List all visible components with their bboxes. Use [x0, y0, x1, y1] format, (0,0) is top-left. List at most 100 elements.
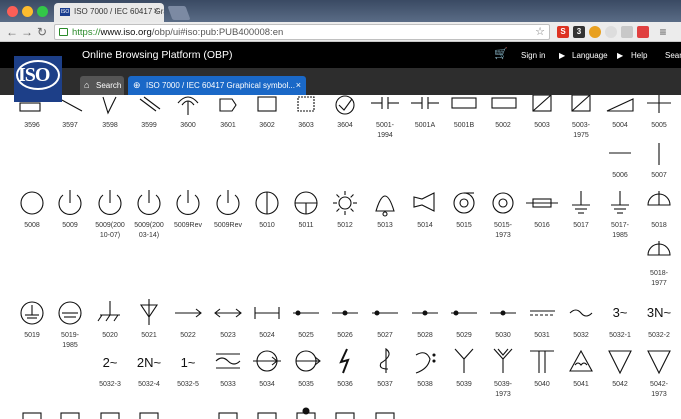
symbol-code[interactable]: 5035: [287, 380, 325, 390]
minimize-window-button[interactable]: [22, 6, 33, 17]
sign-in-link[interactable]: Sign in: [521, 51, 545, 60]
zoom-window-button[interactable]: [37, 6, 48, 17]
symbol-code[interactable]: 5011: [287, 221, 325, 231]
tab-close-icon[interactable]: ×: [153, 6, 159, 17]
symbol-code[interactable]: 5036: [326, 380, 364, 390]
new-tab-button[interactable]: [167, 6, 191, 20]
extension-red-icon[interactable]: [637, 26, 649, 38]
symbol-code[interactable]: 3601: [209, 121, 247, 131]
symbol-code[interactable]: 5010: [248, 221, 286, 231]
symbol-code[interactable]: 5001- 1994: [366, 121, 404, 141]
close-window-button[interactable]: [7, 6, 18, 17]
symbol-code[interactable]: 5028: [406, 331, 444, 341]
symbol-code[interactable]: 3604: [326, 121, 364, 131]
symbol-code[interactable]: 5042- 1973: [640, 380, 678, 400]
back-arrow-icon[interactable]: ←: [6, 24, 18, 40]
symbol-code[interactable]: 5034: [248, 380, 286, 390]
symbol-code[interactable]: 5015- 1973: [484, 221, 522, 241]
url-field[interactable]: https://www.iso.org/obp/ui#iso:pub:PUB40…: [54, 24, 550, 40]
tab-search[interactable]: ⌂ Search: [80, 76, 124, 95]
symbol-code[interactable]: 5018- 1977: [640, 269, 678, 289]
symbol-code[interactable]: 5007: [640, 171, 678, 181]
symbol-code[interactable]: 5040: [523, 380, 561, 390]
symbol-code[interactable]: 5019: [13, 331, 51, 341]
symbol-code[interactable]: 5014: [406, 221, 444, 231]
symbol-code[interactable]: 3603: [287, 121, 325, 131]
symbol-code[interactable]: 5009(200 03-14): [130, 221, 168, 241]
symbol-code[interactable]: 5026: [326, 331, 364, 341]
symbol-code[interactable]: 5038: [406, 380, 444, 390]
extension-circle-icon[interactable]: [605, 26, 617, 38]
symbol-code[interactable]: 3598: [91, 121, 129, 131]
extension-gray-icon[interactable]: [621, 26, 633, 38]
menu-icon[interactable]: ≡: [657, 26, 669, 38]
symbol-code[interactable]: 5042: [601, 380, 639, 390]
symbol-code[interactable]: 5032-5: [169, 380, 207, 390]
tab-close-icon[interactable]: ×: [296, 80, 301, 90]
symbol-code[interactable]: 5022: [169, 331, 207, 341]
symbol-code[interactable]: 3597: [51, 121, 89, 131]
symbol-drawing: [105, 314, 111, 322]
symbol-code[interactable]: 5039: [445, 380, 483, 390]
bookmark-star-icon[interactable]: ☆: [535, 25, 545, 38]
reload-icon[interactable]: ↻: [37, 24, 47, 40]
search-link[interactable]: Sear: [665, 51, 681, 60]
symbol-code[interactable]: 5017: [562, 221, 600, 231]
symbol-code[interactable]: 3596: [13, 121, 51, 131]
help-link[interactable]: Help: [631, 51, 647, 60]
symbol-code[interactable]: 5012: [326, 221, 364, 231]
symbol-code[interactable]: 5016: [523, 221, 561, 231]
symbol-code[interactable]: 5041: [562, 380, 600, 390]
symbol-drawing: [493, 348, 513, 360]
extension-cookie-icon[interactable]: [589, 26, 601, 38]
iso-logo[interactable]: ISO: [14, 56, 62, 102]
symbol-code[interactable]: 5039- 1973: [484, 380, 522, 400]
symbol-code[interactable]: 3602: [248, 121, 286, 131]
symbol-code[interactable]: 5001B: [445, 121, 483, 131]
symbol-code[interactable]: 5032-1: [601, 331, 639, 341]
browser-tab[interactable]: ISO ISO 7000 / IEC 60417 Gra ×: [54, 3, 164, 22]
symbol-code[interactable]: 5023: [209, 331, 247, 341]
extension-badge-icon[interactable]: 3: [573, 26, 585, 38]
symbol-code[interactable]: 5009Rev: [169, 221, 207, 231]
symbol-code[interactable]: 5030: [484, 331, 522, 341]
symbol-code[interactable]: 5032: [562, 331, 600, 341]
cart-icon[interactable]: 🛒: [494, 47, 508, 60]
symbol-code[interactable]: 5015: [445, 221, 483, 231]
symbol-code[interactable]: 5032-3: [91, 380, 129, 390]
symbol-code[interactable]: 5009Rev: [209, 221, 247, 231]
symbol-code[interactable]: 5009(200 10-07): [91, 221, 129, 241]
symbol-code[interactable]: 5025: [287, 331, 325, 341]
language-link[interactable]: Language: [572, 51, 608, 60]
extension-s-icon[interactable]: S: [557, 26, 569, 38]
symbol-code[interactable]: 5024: [248, 331, 286, 341]
tab-document[interactable]: ⊕ ISO 7000 / IEC 60417 Graphical symbol.…: [128, 76, 306, 95]
symbol-code[interactable]: 5002: [484, 121, 522, 131]
symbol-code[interactable]: 5003: [523, 121, 561, 131]
symbol-code[interactable]: 5009: [51, 221, 89, 231]
symbol-code[interactable]: 5001A: [406, 121, 444, 131]
symbol-code[interactable]: 5003- 1975: [562, 121, 600, 141]
symbol-code[interactable]: 5019- 1985: [51, 331, 89, 351]
symbol-code[interactable]: 5020: [91, 331, 129, 341]
symbol-code[interactable]: 5033: [209, 380, 247, 390]
symbol-drawing: [375, 412, 395, 419]
symbol-code[interactable]: 5029: [445, 331, 483, 341]
symbol-code[interactable]: 5013: [366, 221, 404, 231]
symbol-code[interactable]: 5037: [366, 380, 404, 390]
symbol-code[interactable]: 5005: [640, 121, 678, 131]
symbol-drawing: [297, 96, 315, 112]
symbol-code[interactable]: 5021: [130, 331, 168, 341]
forward-arrow-icon[interactable]: →: [21, 24, 33, 40]
symbol-code[interactable]: 5008: [13, 221, 51, 231]
symbol-code[interactable]: 5017- 1985: [601, 221, 639, 241]
symbol-code[interactable]: 3599: [130, 121, 168, 131]
symbol-code[interactable]: 5027: [366, 331, 404, 341]
symbol-code[interactable]: 3600: [169, 121, 207, 131]
symbol-code[interactable]: 5031: [523, 331, 561, 341]
symbol-code[interactable]: 5006: [601, 171, 639, 181]
symbol-code[interactable]: 5032-4: [130, 380, 168, 390]
symbol-code[interactable]: 5018: [640, 221, 678, 231]
symbol-code[interactable]: 5004: [601, 121, 639, 131]
symbol-code[interactable]: 5032-2: [640, 331, 678, 341]
